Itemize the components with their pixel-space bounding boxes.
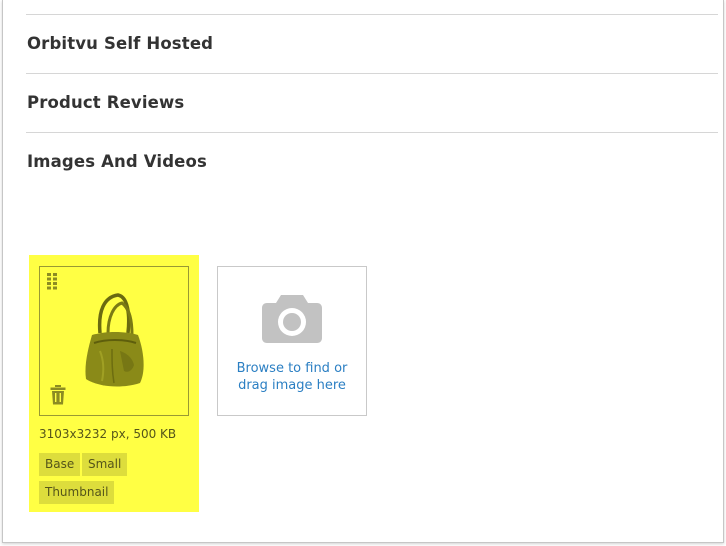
section-images-and-videos[interactable]: Images And Videos — [26, 132, 718, 191]
drag-handle-icon[interactable] — [46, 272, 58, 290]
section-title: Product Reviews — [27, 93, 185, 112]
product-image-thumbnail[interactable] — [39, 266, 189, 416]
trash-icon[interactable] — [50, 385, 66, 405]
image-size-info: 3103x3232 px, 500 KB — [39, 427, 177, 441]
role-tag-base[interactable]: Base — [39, 453, 81, 476]
image-upload-dropzone[interactable]: Browse to find or drag image here — [217, 266, 367, 416]
bag-product-image — [78, 291, 150, 391]
role-tag-small[interactable]: Small — [82, 453, 128, 476]
section-title: Orbitvu Self Hosted — [27, 34, 214, 53]
upload-text-line1: Browse to find or — [236, 361, 348, 376]
product-image-card: 3103x3232 px, 500 KB Base Small Thumbnai… — [29, 255, 199, 512]
section-product-reviews[interactable]: Product Reviews — [26, 73, 718, 132]
camera-icon — [261, 292, 323, 344]
upload-instructions[interactable]: Browse to find or drag image here — [218, 360, 366, 394]
role-tag-thumbnail[interactable]: Thumbnail — [39, 481, 115, 504]
upload-text-line2: drag image here — [238, 378, 346, 393]
section-orbitvu-self-hosted[interactable]: Orbitvu Self Hosted — [26, 14, 718, 73]
section-title: Images And Videos — [27, 152, 207, 171]
